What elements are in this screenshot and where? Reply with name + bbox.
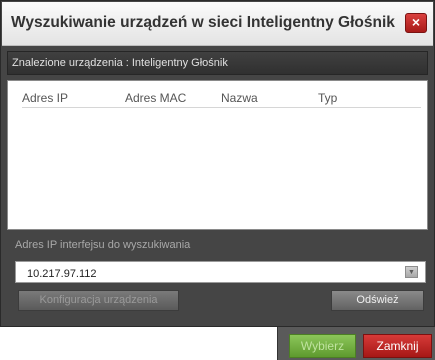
interface-ip-label: Adres IP interfejsu do wyszukiwania — [15, 239, 191, 251]
column-header-name[interactable]: Nazwa — [221, 91, 258, 105]
device-search-dialog: Wyszukiwanie urządzeń w sieci Inteligent… — [0, 0, 435, 327]
device-list[interactable]: Adres IP Adres MAC Nazwa Typ — [7, 80, 428, 230]
select-button[interactable]: Wybierz — [289, 334, 356, 358]
interface-ip-select[interactable]: 10.217.97.112 ▼ — [15, 261, 426, 283]
found-devices-bar: Znalezione urządzenia : Inteligentny Gło… — [7, 51, 428, 75]
dialog-footer: Wybierz Zamknij — [277, 327, 435, 360]
column-header-type[interactable]: Typ — [318, 91, 337, 105]
interface-ip-value: 10.217.97.112 — [27, 268, 97, 280]
column-header-mac[interactable]: Adres MAC — [125, 91, 186, 105]
header-divider — [22, 107, 421, 108]
close-icon[interactable]: × — [405, 13, 427, 33]
found-devices-label: Znalezione urządzenia : Inteligentny Gło… — [12, 57, 228, 69]
device-config-button[interactable]: Konfiguracja urządzenia — [18, 290, 179, 311]
close-button[interactable]: Zamknij — [363, 334, 432, 358]
dialog-title: Wyszukiwanie urządzeń w sieci Inteligent… — [11, 14, 395, 31]
refresh-button[interactable]: Odśwież — [331, 290, 424, 311]
title-bar: Wyszukiwanie urządzeń w sieci Inteligent… — [2, 2, 433, 46]
column-header-ip[interactable]: Adres IP — [22, 91, 68, 105]
chevron-down-icon[interactable]: ▼ — [405, 266, 418, 278]
